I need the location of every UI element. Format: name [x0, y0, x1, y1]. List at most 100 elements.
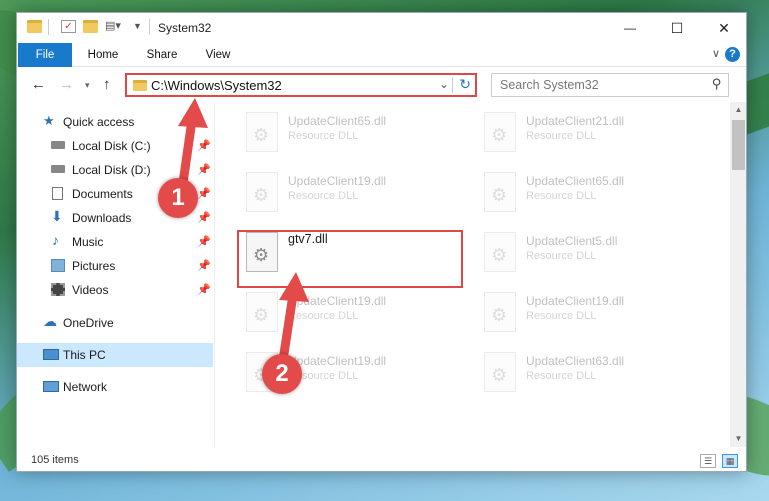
videos-icon: [51, 283, 65, 296]
file-tile[interactable]: ⚙ UpdateClient65.dll Resource DLL: [238, 106, 468, 158]
close-button[interactable]: ✕: [701, 13, 746, 43]
pin-icon[interactable]: 📌: [197, 187, 211, 200]
sidebar-item-label: Videos: [72, 283, 109, 297]
pin-icon[interactable]: 📌: [197, 139, 211, 152]
customize-toolbar-icon[interactable]: ▤▾: [105, 20, 121, 33]
tab-share[interactable]: Share: [137, 43, 187, 67]
file-tile[interactable]: ⚙ UpdateClient19.dll Resource DLL: [476, 286, 706, 338]
back-arrow-icon[interactable]: ←: [31, 76, 46, 93]
divider: [48, 19, 49, 35]
dll-file-icon: ⚙: [246, 112, 278, 152]
new-folder-icon[interactable]: [83, 20, 98, 33]
pin-icon[interactable]: 📌: [197, 163, 211, 176]
sidebar-item-label: Local Disk (D:): [72, 163, 151, 177]
gear-icon: ⚙: [491, 245, 508, 265]
file-name: UpdateClient19.dll: [288, 174, 387, 188]
pin-icon[interactable]: 📌: [197, 235, 211, 248]
sidebar-item-network[interactable]: Network: [17, 375, 213, 399]
file-name: UpdateClient5.dll: [526, 234, 618, 248]
download-icon: ⬇: [51, 208, 63, 224]
pin-icon[interactable]: 📌: [197, 211, 211, 224]
sidebar-item-pictures[interactable]: Pictures 📌: [17, 254, 213, 278]
search-input[interactable]: Search System32 ⚲: [491, 73, 729, 97]
sidebar-item-this-pc[interactable]: This PC: [17, 343, 213, 367]
properties-icon[interactable]: ✓: [61, 20, 76, 33]
sidebar-item-local-disk-c[interactable]: Local Disk (C:) 📌: [17, 134, 213, 158]
computer-icon: [43, 349, 59, 360]
vertical-scrollbar[interactable]: ▲ ▼: [730, 102, 746, 447]
window-title: System32: [158, 21, 212, 35]
file-name: UpdateClient65.dll: [288, 114, 387, 128]
dll-file-icon: ⚙: [484, 172, 516, 212]
documents-icon: [52, 187, 63, 200]
gear-icon: ⚙: [491, 185, 508, 205]
sidebar-item-label: Music: [72, 235, 104, 249]
navigation-pane: ★ Quick access Local Disk (C:) 📌 Local D…: [17, 102, 215, 447]
folder-icon: [133, 80, 147, 91]
refresh-icon[interactable]: ↻: [459, 76, 471, 93]
up-arrow-icon[interactable]: ↑: [103, 76, 111, 93]
sidebar-item-label: Quick access: [63, 115, 135, 129]
file-type: Resource DLL: [288, 310, 359, 322]
sidebar-item-label: Pictures: [72, 259, 116, 273]
scroll-down-icon[interactable]: ▼: [730, 431, 746, 447]
dll-file-icon: ⚙: [484, 352, 516, 392]
file-name: UpdateClient19.dll: [288, 294, 387, 308]
step-1-badge: 1: [158, 178, 198, 218]
file-name: UpdateClient19.dll: [288, 354, 387, 368]
address-bar[interactable]: C:\Windows\System32 ⌄ ↻: [125, 73, 477, 97]
gear-icon: ⚙: [253, 185, 270, 205]
file-type: Resource DLL: [526, 130, 597, 142]
pictures-icon: [51, 259, 65, 272]
tab-file[interactable]: File: [18, 43, 72, 67]
file-name: UpdateClient63.dll: [526, 354, 625, 368]
recent-locations-icon[interactable]: ▾: [85, 80, 90, 91]
help-icon[interactable]: ?: [725, 47, 740, 62]
scroll-up-icon[interactable]: ▲: [730, 102, 746, 118]
pin-icon[interactable]: 📌: [197, 259, 211, 272]
expand-ribbon-icon[interactable]: ∨: [712, 47, 720, 60]
gear-icon: ⚙: [491, 125, 508, 145]
pin-icon[interactable]: 📌: [197, 283, 211, 296]
star-icon: ★: [43, 113, 55, 128]
file-type: Resource DLL: [526, 250, 597, 262]
drive-icon: [51, 141, 65, 149]
chevron-down-icon[interactable]: ⌄: [439, 77, 449, 91]
minimize-button[interactable]: —: [607, 13, 653, 43]
file-tile[interactable]: ⚙ UpdateClient65.dll Resource DLL: [476, 166, 706, 218]
drive-icon: [51, 165, 65, 173]
status-bar: 105 items ☰ ▦: [17, 449, 746, 471]
dll-file-icon: ⚙: [246, 172, 278, 212]
sidebar-item-videos[interactable]: Videos 📌: [17, 278, 213, 302]
file-tile[interactable]: ⚙ UpdateClient5.dll Resource DLL: [476, 226, 706, 278]
file-type: Resource DLL: [526, 310, 597, 322]
chevron-down-icon[interactable]: ▼: [133, 20, 148, 33]
file-tile[interactable]: ⚙ UpdateClient19.dll Resource DLL: [238, 166, 468, 218]
file-type: Resource DLL: [526, 190, 597, 202]
file-list: ⚙ UpdateClient65.dll Resource DLL ⚙ Upda…: [216, 102, 730, 447]
sidebar-item-music[interactable]: ♪ Music 📌: [17, 230, 213, 254]
sidebar-item-onedrive[interactable]: ☁ OneDrive: [17, 311, 213, 335]
explorer-window: ✓ ▤▾ ▼ System32 — ☐ ✕ File Home Share Vi…: [16, 12, 747, 472]
file-tile[interactable]: ⚙ UpdateClient21.dll Resource DLL: [476, 106, 706, 158]
details-view-icon[interactable]: ☰: [700, 454, 716, 468]
tab-home[interactable]: Home: [79, 43, 127, 67]
sidebar-item-quick-access[interactable]: ★ Quick access: [17, 110, 213, 134]
gear-icon: ⚙: [253, 305, 270, 325]
file-tile[interactable]: ⚙ UpdateClient63.dll Resource DLL: [476, 346, 706, 398]
address-path[interactable]: C:\Windows\System32: [151, 78, 282, 93]
scroll-thumb[interactable]: [732, 120, 745, 170]
tab-view[interactable]: View: [195, 43, 241, 67]
file-tile[interactable]: ⚙ UpdateClient19.dll Resource DLL: [238, 286, 468, 338]
divider: [452, 77, 453, 93]
file-name: UpdateClient21.dll: [526, 114, 625, 128]
large-icons-view-icon[interactable]: ▦: [722, 454, 738, 468]
divider: [149, 19, 150, 35]
title-bar: ✓ ▤▾ ▼ System32 — ☐ ✕: [17, 13, 746, 43]
gear-icon: ⚙: [491, 365, 508, 385]
forward-arrow-icon[interactable]: →: [59, 76, 74, 93]
gear-icon: ⚙: [253, 125, 270, 145]
maximize-button[interactable]: ☐: [654, 13, 700, 43]
dll-file-icon: ⚙: [484, 112, 516, 152]
ribbon: File Home Share View ∨ ?: [17, 43, 746, 67]
